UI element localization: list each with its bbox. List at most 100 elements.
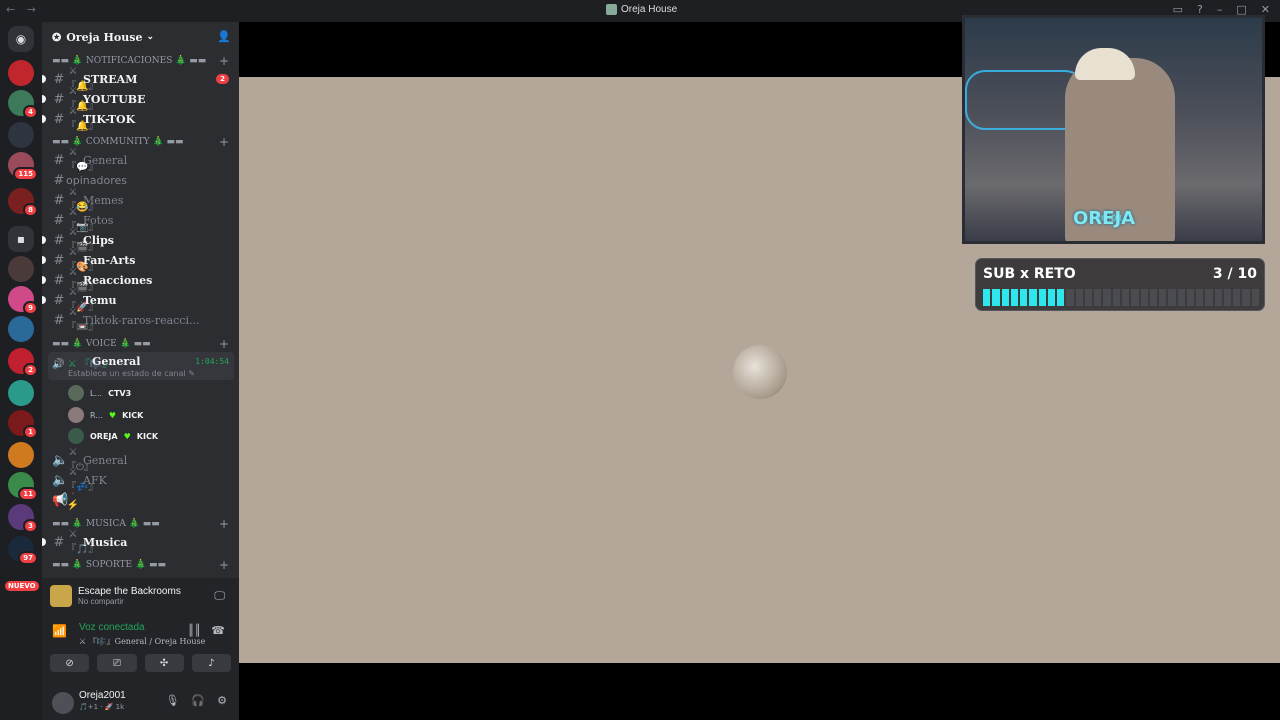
voice-action-buttons: ⊘ ⎚ ✣ ♪ <box>50 654 231 672</box>
category-voice[interactable]: ▬▬ 🎄 VOICE 🎄 ▬▬ + <box>42 334 239 354</box>
noise-suppression-icon[interactable]: ║║ <box>188 624 201 637</box>
nav-buttons: ← → <box>6 3 44 16</box>
server-icon-5[interactable]: 8 <box>8 188 38 217</box>
soundboard-button[interactable]: ♪ <box>191 654 231 672</box>
voice-channel-name: General <box>92 355 141 368</box>
voice-member[interactable]: OREJA ♥ KICK <box>68 427 158 445</box>
discord-home-button[interactable]: ◉ <box>8 26 34 52</box>
voice-channel-afk[interactable]: 🔈 ⚔ 『💤』 AFK <box>42 467 239 493</box>
voice-channel-status[interactable]: Establece un estado de canal ✎ <box>68 369 195 378</box>
channel-tiktok[interactable]: # ⚔ 『🔔』 TIK-TOK <box>42 106 239 132</box>
unread-indicator <box>42 95 46 103</box>
progress-segment <box>1177 289 1185 306</box>
progress-segment <box>1140 289 1148 306</box>
guild-header[interactable]: ✪ Oreja House ⌄ 👤 <box>42 22 239 52</box>
speaker-avatar[interactable] <box>733 345 787 399</box>
add-channel-icon[interactable]: + <box>219 517 229 531</box>
server-icon-10[interactable] <box>8 380 34 406</box>
channel-musica[interactable]: # ⚔ 『🎵』 Musica <box>42 529 239 555</box>
voice-member[interactable]: L... CTV3 <box>68 384 131 402</box>
camera-off-button[interactable]: ⊘ <box>50 654 90 672</box>
signal-icon[interactable]: 📶 <box>52 624 67 638</box>
channel-label: Musica <box>83 535 128 549</box>
text-channel-icon: # <box>53 212 65 228</box>
goal-progress-bar <box>983 289 1259 306</box>
avatar <box>68 385 84 401</box>
server-icon-12[interactable] <box>8 442 34 468</box>
username[interactable]: Oreja2001 <box>79 690 126 701</box>
screen-share-button[interactable]: ⎚ <box>97 654 137 672</box>
server-icon-11[interactable]: 1 <box>8 410 38 439</box>
progress-segment <box>1196 289 1204 306</box>
voice-channel-stage[interactable]: 📢 · ⚡ <box>42 489 239 511</box>
camera-off-icon: ⊘ <box>65 657 74 669</box>
category-soporte[interactable]: ▬▬ 🎄 SOPORTE 🎄 ▬▬ + <box>42 555 239 575</box>
channel-label: General <box>83 153 128 167</box>
progress-segment <box>1131 289 1139 306</box>
add-channel-icon[interactable]: + <box>219 337 229 351</box>
invite-icon[interactable]: 👤 <box>217 30 231 43</box>
server-icon-14[interactable]: 3 <box>8 504 38 533</box>
channel-label: STREAM <box>83 72 138 86</box>
server-icon-7[interactable]: 9 <box>8 286 38 315</box>
user-controls: 🎙 🎧 ⚙ <box>165 694 227 707</box>
server-icon-6[interactable] <box>8 256 34 282</box>
server-icon-1[interactable] <box>8 60 34 86</box>
add-channel-icon[interactable]: + <box>219 54 229 68</box>
progress-segment <box>1205 289 1213 306</box>
window-title-text: Oreja House <box>621 4 678 15</box>
category-label: ▬▬ 🎄 VOICE 🎄 ▬▬ <box>52 339 151 349</box>
mention-badge: 2 <box>216 74 229 84</box>
stage-icon: 📢 <box>52 492 69 508</box>
channel-label: Fan-Arts <box>83 253 136 267</box>
channel-label: Memes <box>83 193 124 207</box>
text-channel-icon: # <box>53 534 65 550</box>
channel-label: opinadores <box>66 173 127 187</box>
server-icon-4[interactable]: 115 <box>8 152 38 181</box>
unread-badge: 9 <box>23 301 38 315</box>
user-avatar[interactable] <box>52 692 74 714</box>
server-icon-2[interactable]: 4 <box>8 90 38 119</box>
server-icon-9[interactable]: 2 <box>8 348 38 377</box>
headphones-icon[interactable]: 🎧 <box>191 694 205 707</box>
progress-segment <box>1075 289 1083 306</box>
member-name: L... <box>90 388 103 398</box>
disconnect-icon[interactable]: ☎ <box>211 624 225 637</box>
unread-indicator <box>42 75 46 83</box>
channel-tiktok-raros[interactable]: # ⚔ 『📼』 Tiktok-raros-reacci... <box>42 307 239 333</box>
progress-segment <box>1223 289 1232 306</box>
progress-segment <box>1251 289 1259 306</box>
text-channel-icon: # <box>53 91 65 107</box>
back-icon[interactable]: ← <box>6 3 15 16</box>
unread-indicator <box>42 296 46 304</box>
game-subtitle: No compartir <box>78 597 124 606</box>
add-channel-icon[interactable]: + <box>219 135 229 149</box>
progress-segment <box>1233 289 1241 306</box>
server-icon-8[interactable] <box>8 316 34 342</box>
server-icon-3[interactable] <box>8 122 34 148</box>
progress-segment <box>1159 289 1167 306</box>
screen-share-icon: ⎚ <box>112 657 121 669</box>
discord-icon: ◉ <box>15 32 27 46</box>
server-icon-13[interactable]: 11 <box>8 472 38 501</box>
activities-button[interactable]: ✣ <box>144 654 184 672</box>
progress-segment <box>1112 289 1120 306</box>
webcam-overlay: 20 01 OREJA <box>962 15 1265 244</box>
microphone-icon[interactable]: 🎙 <box>165 694 179 707</box>
voice-channel-path[interactable]: ⚔ 『🎼』General / Oreja House <box>79 636 205 647</box>
progress-segment <box>1186 289 1195 306</box>
unread-indicator <box>42 236 46 244</box>
new-badge: NUEVO <box>5 581 39 591</box>
forward-icon[interactable]: → <box>27 3 36 16</box>
add-channel-icon[interactable]: + <box>219 558 229 572</box>
voice-member[interactable]: R... ♥ KICK <box>68 406 143 424</box>
member-name: R... <box>90 410 103 420</box>
folder-icon[interactable]: ▪ <box>8 226 34 252</box>
gear-icon[interactable]: ⚙ <box>217 694 227 707</box>
progress-segment <box>1038 289 1046 306</box>
game-title: Escape the Backrooms <box>78 586 181 597</box>
share-screen-icon[interactable]: 🖵 <box>214 589 225 603</box>
heart-icon: ♥ <box>123 431 131 441</box>
server-icon-15[interactable]: 97 <box>8 536 38 565</box>
channel-general[interactable]: # ⚔ 『💬』 General <box>42 147 239 173</box>
